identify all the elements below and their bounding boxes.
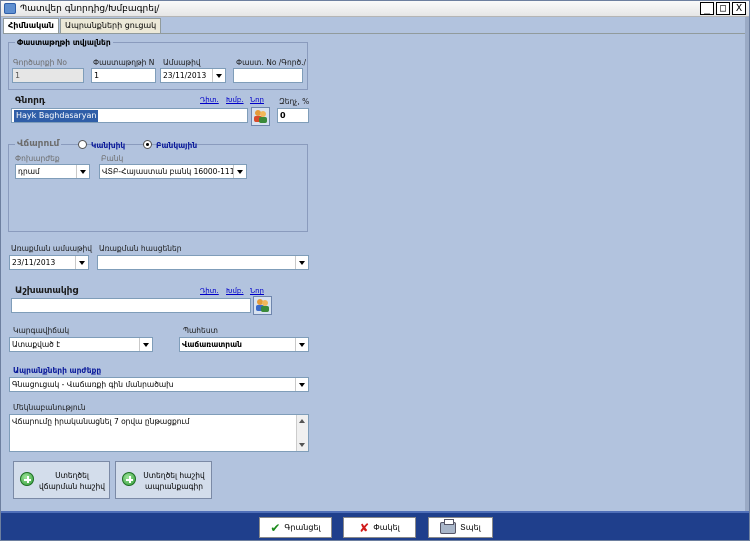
discount-label: Զեղչ, % [279,97,310,106]
warehouse-select[interactable]: Վաճառատրան [179,337,309,352]
save-label: Գրանցել [284,523,321,532]
checkmark-icon: ✔ [270,520,281,535]
buyer-select-button[interactable] [251,107,270,126]
close-icon: ✘ [359,520,370,535]
main-panel: Փաստաթղթի տվյալներ Գործարքի Nօ 1 Փաստաթղ… [3,33,747,511]
employee-field[interactable] [11,298,251,313]
bank-select[interactable]: ՎՏԲ-Հայաստան բանկ 16000-11111 [99,164,247,179]
warehouse-label: Պահեստ [183,326,218,335]
employee-new-link[interactable]: Նոր [250,287,264,295]
delivery-date-label: Առաքման ամսաթիվ [11,244,93,253]
buyer-label: Գնորդ [15,96,46,106]
payment-bank-label[interactable]: Բանկային [156,141,197,150]
save-button[interactable]: ✔ Գրանցել [259,517,332,538]
chevron-down-icon[interactable] [295,256,308,269]
chevron-down-icon[interactable] [295,378,308,391]
delivery-address-label: Առաքման հասցեներ [99,244,182,253]
payment-cash-radio[interactable] [78,140,87,149]
comment-label: Մեկնաբանություն [13,403,86,412]
delivery-address-select[interactable] [97,255,309,270]
bank-label: Բանկ [101,154,124,163]
state-select[interactable]: Ատաքված է [9,337,153,352]
employee-view-link[interactable]: Դիտ. [200,287,219,295]
doc-date-picker[interactable]: 23/11/2013 [160,68,226,83]
buyer-value: Hayk Baghdasaryan [14,110,99,122]
price-type-select[interactable]: Գնացուցակ - Վաճառքի գին մանրածախ [9,377,309,392]
external-number-label: Փաստ. Nօ /Գործ./ [236,58,307,67]
add-icon [20,472,34,486]
buyer-edit-link[interactable]: Խմբ. [226,96,244,104]
create-goods-invoice-label: Ստեղծել հաշիվ ապրանքագիր [143,471,205,491]
employee-select-button[interactable] [253,296,272,315]
chevron-down-icon[interactable] [295,338,308,351]
price-type-value: Գնացուցակ - Վաճառքի գին մանրածախ [12,380,174,389]
currency-value: դրամ [18,167,40,176]
bottom-toolbar: ✔ Գրանցել ✘ Փակել Տպել [1,511,749,540]
document-details-title: Փաստաթղթի տվյալներ [15,38,113,47]
right-edge [745,17,749,511]
create-goods-invoice-button[interactable]: Ստեղծել հաշիվ ապրանքագիր [115,461,212,499]
chevron-down-icon[interactable] [139,338,152,351]
window-controls: _ □ X [700,2,746,15]
minimize-button[interactable]: _ [700,2,714,15]
chevron-down-icon[interactable] [75,256,88,269]
chevron-down-icon[interactable] [233,165,246,178]
external-number-field[interactable] [233,68,303,83]
people-icon [256,299,269,312]
print-button[interactable]: Տպել [428,517,493,538]
comment-scrollbar[interactable] [296,415,308,451]
buyer-field[interactable]: Hayk Baghdasaryan [11,108,248,123]
doc-type-label: Գործարքի Nօ [13,58,67,67]
doc-number-label: Փաստաթղթի N [93,58,155,67]
add-icon [122,472,136,486]
order-edit-window: Պատվեր գնորդից/Խմբագրել/ _ □ X Հիմնական … [0,0,750,541]
tab-product-list[interactable]: Ապրանքների ցուցակ [59,18,162,33]
buyer-new-link[interactable]: Նոր [250,96,264,104]
price-type-label: Ապրանքների արժեքը [13,366,102,375]
state-label: Կարգավիճակ [13,326,70,335]
payment-cash-label[interactable]: Կանխիկ [91,141,125,150]
payment-bank-radio[interactable] [143,140,152,149]
tab-strip: Հիմնական Ապրանքների ցուցակ [3,18,162,34]
delivery-date-value: 23/11/2013 [12,258,56,267]
warehouse-value: Վաճառատրան [182,340,242,349]
delivery-date-picker[interactable]: 23/11/2013 [9,255,89,270]
buyer-view-link[interactable]: Դիտ. [200,96,219,104]
payment-title: Վճարում [15,139,62,149]
comment-value: Վճարումը իրականացնել 7 օրվա ընթացքում [12,417,190,426]
scroll-up-icon[interactable] [299,419,305,423]
currency-label: Փոխարժեք [15,154,60,163]
people-search-icon [254,110,267,123]
close-label: Փակել [373,523,400,532]
printer-icon [440,518,457,534]
close-button[interactable]: ✘ Փակել [343,517,416,538]
app-icon [4,3,16,14]
chevron-down-icon[interactable] [212,69,225,82]
close-window-button[interactable]: X [732,2,746,15]
doc-type-field[interactable]: 1 [12,68,84,83]
discount-field[interactable]: 0 [277,108,309,123]
state-value: Ատաքված է [12,340,61,349]
employee-label: Աշխատակից [15,286,79,296]
title-bar: Պատվեր գնորդից/Խմբագրել/ _ □ X [1,1,749,17]
doc-date-value: 23/11/2013 [163,71,207,80]
window-title: Պատվեր գնորդից/Խմբագրել/ [20,4,160,14]
create-payment-invoice-button[interactable]: Ստեղծել վճարման հաշիվ [13,461,110,499]
maximize-button[interactable]: □ [716,2,730,15]
scroll-down-icon[interactable] [299,443,305,447]
comment-textarea[interactable]: Վճարումը իրականացնել 7 օրվա ընթացքում [9,414,309,452]
chevron-down-icon[interactable] [76,165,89,178]
tab-main[interactable]: Հիմնական [3,18,59,34]
doc-number-field[interactable]: 1 [91,68,156,83]
currency-select[interactable]: դրամ [15,164,90,179]
print-label: Տպել [460,523,481,532]
employee-edit-link[interactable]: Խմբ. [226,287,244,295]
bank-value: ՎՏԲ-Հայաստան բանկ 16000-11111 [102,167,245,176]
doc-date-label: Ամսաթիվ [163,58,201,67]
create-payment-invoice-label: Ստեղծել վճարման հաշիվ [38,471,106,491]
